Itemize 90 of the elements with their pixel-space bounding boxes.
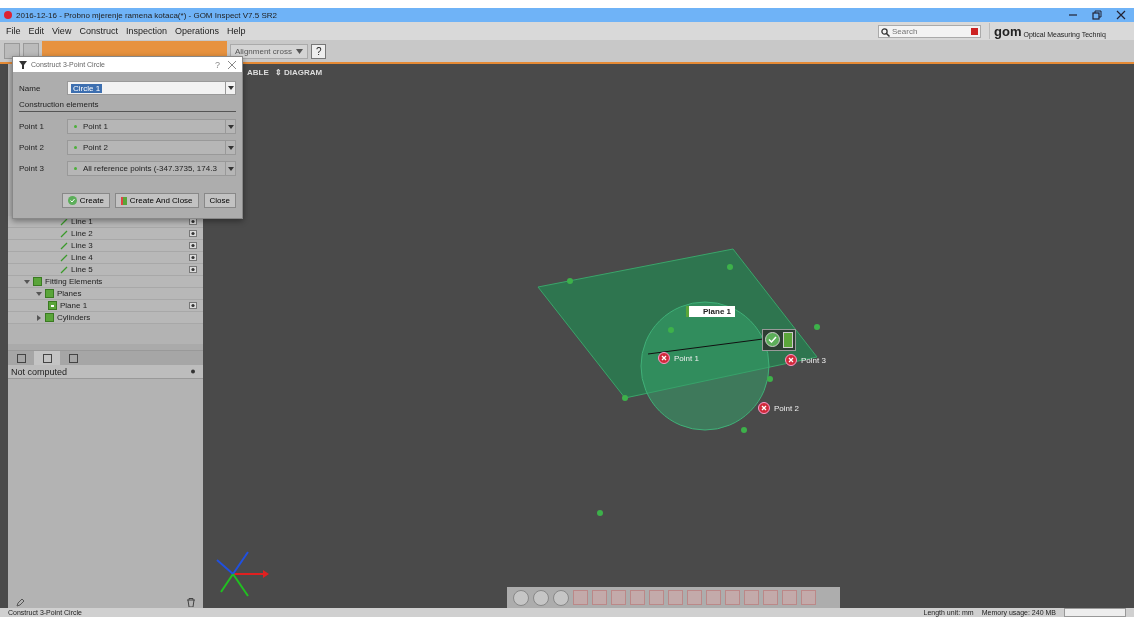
property-value: Not computed <box>11 366 68 377</box>
name-field[interactable]: Circle 1 <box>67 81 236 95</box>
folder-icon <box>45 313 54 322</box>
restore-button[interactable] <box>1092 10 1102 20</box>
section-heading: Construction elements <box>19 100 236 112</box>
tree-item[interactable]: Planes <box>57 289 82 298</box>
dialog-button[interactable]: Create <box>61 193 110 208</box>
point-dropdown[interactable]: Point 1 <box>67 119 236 134</box>
view-icon[interactable] <box>533 589 549 606</box>
caret-icon[interactable] <box>227 86 234 90</box>
reference-point[interactable] <box>622 395 628 401</box>
caret-icon[interactable] <box>227 145 234 150</box>
caret-icon[interactable] <box>227 166 234 171</box>
expand-arrow-icon[interactable] <box>24 278 30 285</box>
eye-icon[interactable] <box>189 230 197 237</box>
reference-point[interactable] <box>727 264 733 270</box>
eye-icon[interactable] <box>189 242 197 249</box>
field-label: Point 1 <box>19 122 45 131</box>
search-icon <box>881 27 890 37</box>
check-icon[interactable] <box>765 332 780 347</box>
plane-icon <box>48 301 57 310</box>
menu-item[interactable]: Edit <box>28 26 45 36</box>
line-icon <box>60 265 68 274</box>
point-dropdown[interactable]: All reference points (-347.3735, 174.3 <box>67 161 236 176</box>
error-icon <box>785 354 797 366</box>
tree-item[interactable]: Line 2 <box>71 229 93 238</box>
point-label: Point 1 <box>674 353 699 363</box>
alignment-dropdown[interactable]: Alignment cross <box>230 43 308 59</box>
view-icon[interactable] <box>553 589 569 606</box>
caret-icon[interactable] <box>295 48 303 54</box>
close-button[interactable] <box>228 60 236 69</box>
confirm-widget[interactable] <box>762 329 796 351</box>
trash-icon[interactable] <box>187 597 195 607</box>
tree-item[interactable]: Line 3 <box>71 241 93 250</box>
plane-label: Plane 1 <box>686 306 735 317</box>
eye-icon[interactable] <box>189 254 197 261</box>
tree-item[interactable]: Cylinders <box>57 313 91 322</box>
memory-bar <box>1064 608 1126 617</box>
dialog-button[interactable]: Create And Close <box>114 193 199 208</box>
field-label: Point 2 <box>19 143 45 152</box>
app-icon <box>4 11 12 19</box>
tree-item[interactable]: Line 5 <box>71 265 93 274</box>
close-button[interactable] <box>1116 10 1126 20</box>
expand-arrow-icon[interactable] <box>36 290 42 297</box>
point-label: Point 2 <box>774 403 799 413</box>
tree-item[interactable]: Fitting Elements <box>45 277 103 286</box>
point-dropdown[interactable]: Point 2 <box>67 140 236 155</box>
funnel-icon <box>19 60 27 69</box>
eye-icon[interactable] <box>189 302 197 309</box>
check-icon <box>67 196 77 205</box>
reference-point[interactable] <box>597 510 603 516</box>
point-label: Point 3 <box>801 355 826 365</box>
view-icon[interactable] <box>513 589 529 606</box>
tree-item[interactable]: Line 1 <box>71 217 93 226</box>
reference-point[interactable] <box>567 278 573 284</box>
menu-item[interactable]: File <box>6 26 21 36</box>
logo-wordmark: gom <box>994 25 1022 39</box>
field-label: Name <box>19 83 42 93</box>
eye-icon[interactable] <box>189 266 197 273</box>
tree-item[interactable]: Line 4 <box>71 253 93 262</box>
help-button[interactable]: ? <box>215 59 220 70</box>
menu-item[interactable]: Help <box>226 26 246 36</box>
line-icon <box>60 241 68 250</box>
toolbar-icon[interactable] <box>4 43 20 59</box>
menu-item[interactable]: Inspection <box>125 26 167 36</box>
dialog-button[interactable]: Close <box>203 193 236 208</box>
reference-point[interactable] <box>814 324 820 330</box>
help-button[interactable]: ? <box>310 43 327 59</box>
reference-point[interactable] <box>741 427 747 433</box>
pencil-icon[interactable] <box>16 597 25 607</box>
dropdown-icon[interactable] <box>971 27 978 35</box>
menu-item[interactable]: View <box>52 26 72 36</box>
eye-icon[interactable] <box>189 368 197 375</box>
panel-tab[interactable] <box>34 351 60 365</box>
tree-item[interactable]: Plane 1 <box>60 301 88 310</box>
search-field[interactable]: Search <box>878 24 981 38</box>
error-icon <box>758 402 770 414</box>
caret-icon[interactable] <box>227 124 234 129</box>
line-icon <box>60 253 68 262</box>
field-label: Point 3 <box>19 164 45 173</box>
expand-arrow-icon[interactable] <box>36 314 42 321</box>
error-icon <box>658 352 670 364</box>
menu-item[interactable]: Operations <box>174 26 219 36</box>
axes-drawing <box>216 551 269 597</box>
reference-point[interactable] <box>767 376 773 382</box>
menu-item[interactable]: Construct <box>79 26 118 36</box>
view-tab[interactable]: ABLE <box>247 68 269 77</box>
window-title: 2016-12-16 - Probno mjerenje ramena kotaca(*) - GOM Inspect V7.5 SR2 <box>16 10 277 20</box>
view-tab[interactable]: ⇕ DIAGRAM <box>274 68 323 77</box>
line-icon <box>60 229 68 238</box>
